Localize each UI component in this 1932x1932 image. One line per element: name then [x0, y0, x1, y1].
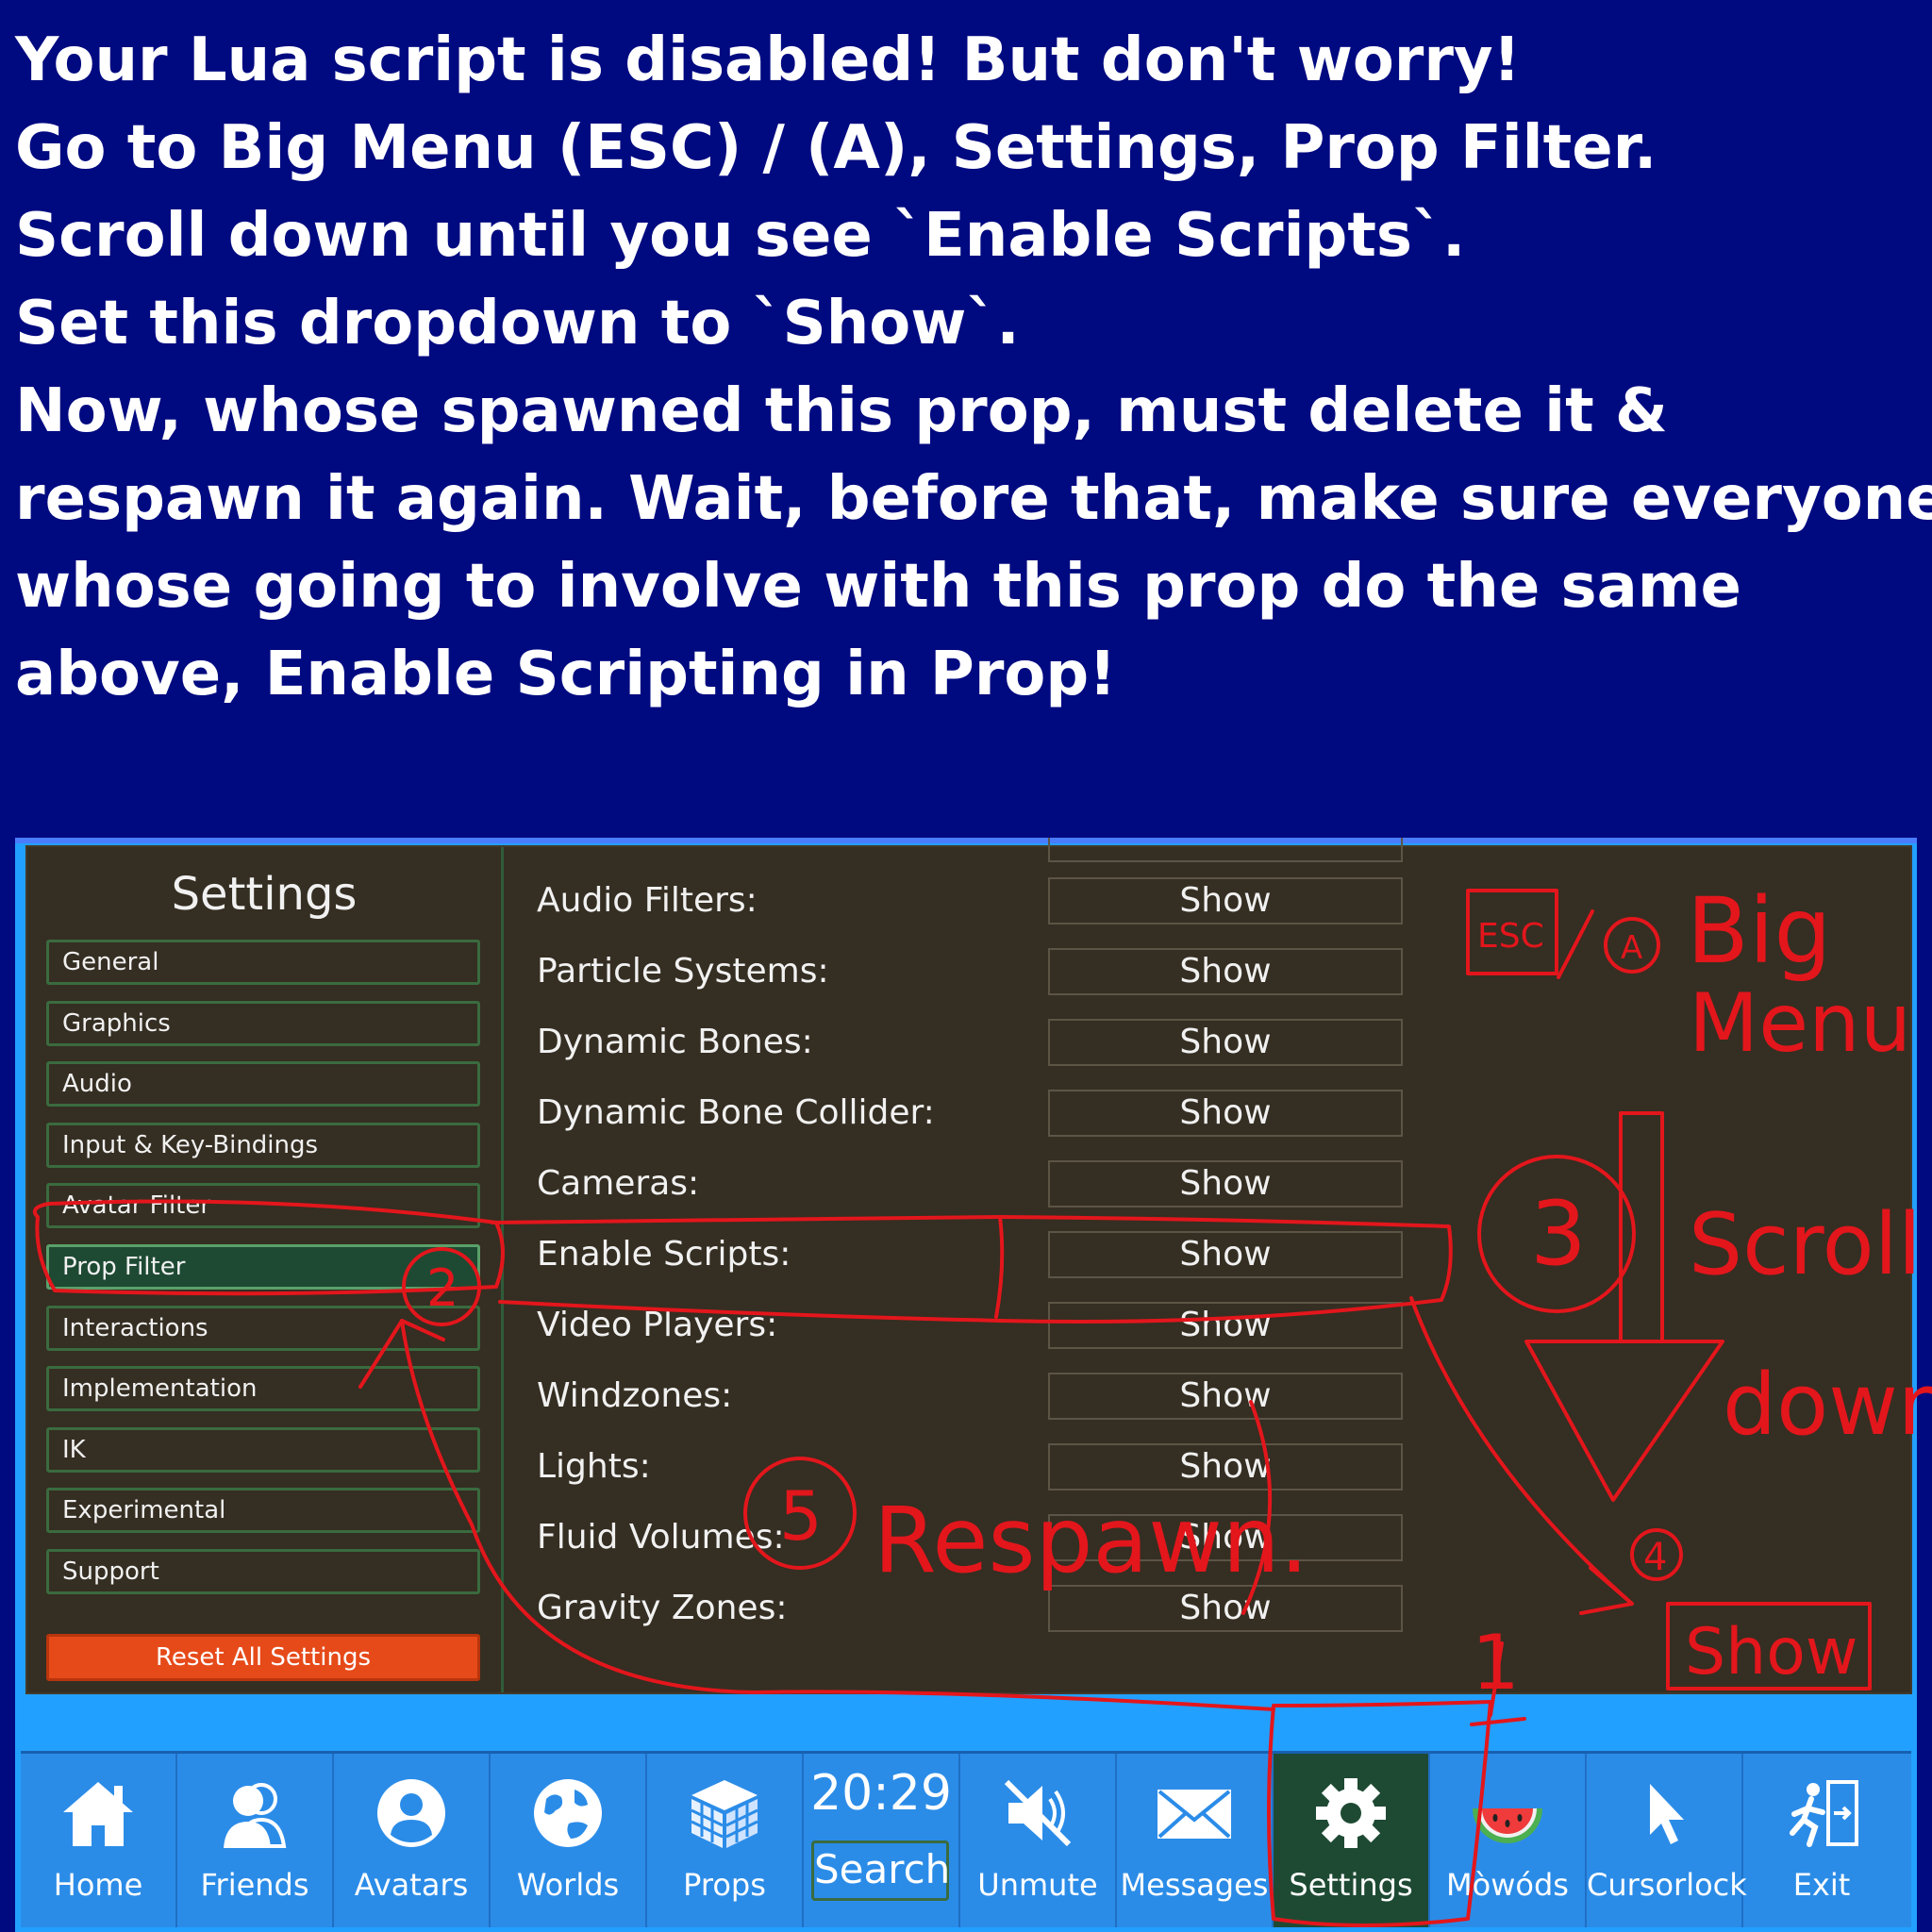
instruction-line: Go to Big Menu (ESC) / (A), Settings, Pr…: [15, 113, 1657, 183]
sidebar-item-general[interactable]: General: [46, 940, 480, 985]
menu-messages-label: Messages: [1120, 1867, 1269, 1903]
menu-mowods-label: Mòwóds: [1446, 1867, 1569, 1903]
envelope-icon: [1158, 1790, 1231, 1839]
settings-sidebar: Settings General Graphics Audio Input & …: [27, 847, 504, 1692]
instruction-line: Your Lua script is disabled! But don't w…: [15, 25, 1521, 95]
menu-settings-label: Settings: [1289, 1867, 1413, 1903]
friends-icon: [224, 1783, 287, 1848]
dropdown-gravity-zones[interactable]: Show: [1048, 1585, 1403, 1632]
avatar-icon: [377, 1779, 445, 1847]
instruction-line: Scroll down until you see `Enable Script…: [15, 201, 1466, 271]
menu-exit[interactable]: Exit: [1743, 1754, 1900, 1927]
dropdown-particle-systems[interactable]: Show: [1048, 948, 1403, 995]
menu-props-label: Props: [683, 1867, 766, 1903]
row-label-dynamic-bones: Dynamic Bones:: [537, 1023, 813, 1061]
row-label-particle-systems: Particle Systems:: [537, 952, 829, 991]
dropdown-windzones[interactable]: Show: [1048, 1373, 1403, 1420]
instruction-line: whose going to involve with this prop do…: [15, 552, 1741, 622]
dropdown-dynamic-bones[interactable]: Show: [1048, 1019, 1403, 1066]
dropdown-audio-filters[interactable]: Show: [1048, 877, 1403, 924]
gear-icon: [1316, 1778, 1386, 1848]
sidebar-item-implementation[interactable]: Implementation: [46, 1366, 480, 1411]
cube-icon: [691, 1780, 758, 1848]
menu-clock-search: 20:29 Search: [804, 1754, 960, 1927]
game-screenshot: Settings General Graphics Audio Input & …: [15, 838, 1917, 1932]
dropdown-cameras[interactable]: Show: [1048, 1160, 1403, 1208]
row-label-fluid-volumes: Fluid Volumes:: [537, 1518, 785, 1557]
row-label-gravity-zones: Gravity Zones:: [537, 1589, 788, 1627]
row-label-cameras: Cameras:: [537, 1164, 700, 1203]
menu-cursorlock-label: Cursorlock: [1587, 1867, 1747, 1903]
sidebar-item-audio[interactable]: Audio: [46, 1061, 480, 1107]
exit-icon: [1790, 1780, 1858, 1847]
dropdown-video-players[interactable]: Show: [1048, 1302, 1403, 1349]
menu-settings[interactable]: Settings: [1274, 1754, 1430, 1927]
clock: 20:29: [810, 1765, 952, 1822]
settings-title: Settings: [171, 868, 358, 921]
settings-panel: Settings General Graphics Audio Input & …: [25, 838, 1912, 1694]
menu-exit-label: Exit: [1792, 1867, 1851, 1903]
menu-unmute-label: Unmute: [977, 1867, 1098, 1903]
menu-worlds[interactable]: Worlds: [491, 1754, 647, 1927]
dropdown-fluid-volumes[interactable]: Show: [1048, 1514, 1403, 1561]
menu-home-label: Home: [53, 1867, 143, 1903]
sidebar-item-support[interactable]: Support: [46, 1549, 480, 1594]
menu-worlds-label: Worlds: [516, 1867, 620, 1903]
dropdown-dynamic-bone-collider[interactable]: Show: [1048, 1090, 1403, 1137]
watermelon-icon: [1473, 1808, 1542, 1843]
sidebar-item-prop-filter[interactable]: Prop Filter: [46, 1244, 480, 1290]
cursor-icon: [1650, 1784, 1684, 1844]
menu-avatars-label: Avatars: [354, 1867, 469, 1903]
row-label-windzones: Windzones:: [537, 1376, 733, 1415]
menu-unmute[interactable]: Unmute: [960, 1754, 1117, 1927]
sidebar-item-input[interactable]: Input & Key-Bindings: [46, 1123, 480, 1168]
sidebar-item-graphics[interactable]: Graphics: [46, 1001, 480, 1046]
sidebar-item-avatar-filter[interactable]: Avatar Filter: [46, 1183, 480, 1228]
menu-cursorlock[interactable]: Cursorlock: [1587, 1754, 1747, 1927]
instruction-text: Your Lua script is disabled! But don't w…: [15, 17, 1932, 719]
menu-props[interactable]: Props: [647, 1754, 804, 1927]
row-label-enable-scripts: Enable Scripts:: [537, 1235, 791, 1274]
instruction-line: Set this dropdown to `Show`.: [15, 289, 1020, 358]
home-icon: [63, 1782, 133, 1846]
instruction-line: respawn it again. Wait, before that, mak…: [15, 464, 1932, 534]
menu-mowods[interactable]: Mòwóds: [1430, 1754, 1587, 1927]
dropdown-enable-scripts[interactable]: Show: [1048, 1231, 1403, 1278]
top-border: [15, 838, 1917, 843]
menu-home[interactable]: Home: [21, 1754, 177, 1927]
globe-icon: [534, 1779, 602, 1847]
sidebar-item-experimental[interactable]: Experimental: [46, 1488, 480, 1533]
row-label-dynamic-bone-collider: Dynamic Bone Collider:: [537, 1093, 935, 1132]
dropdown-lights[interactable]: Show: [1048, 1443, 1403, 1491]
instruction-line: Now, whose spawned this prop, must delet…: [15, 376, 1668, 446]
dropdown-partial: [1048, 838, 1403, 862]
menu-messages[interactable]: Messages: [1117, 1754, 1274, 1927]
instruction-line: above, Enable Scripting in Prop!: [15, 640, 1117, 709]
search-button[interactable]: Search: [811, 1840, 950, 1901]
sidebar-item-ik[interactable]: IK: [46, 1427, 480, 1473]
row-label-lights: Lights:: [537, 1447, 651, 1486]
sidebar-item-interactions[interactable]: Interactions: [46, 1306, 480, 1351]
reset-all-settings-button[interactable]: Reset All Settings: [46, 1634, 480, 1681]
menu-friends-label: Friends: [200, 1867, 309, 1903]
menu-avatars[interactable]: Avatars: [334, 1754, 491, 1927]
row-label-audio-filters: Audio Filters:: [537, 881, 758, 920]
muted-speaker-icon: [1004, 1779, 1072, 1847]
row-label-video-players: Video Players:: [537, 1306, 778, 1344]
menu-friends[interactable]: Friends: [177, 1754, 334, 1927]
big-menu-bar: Home Friends Avatars Worlds Props 20:29 …: [21, 1751, 1911, 1927]
